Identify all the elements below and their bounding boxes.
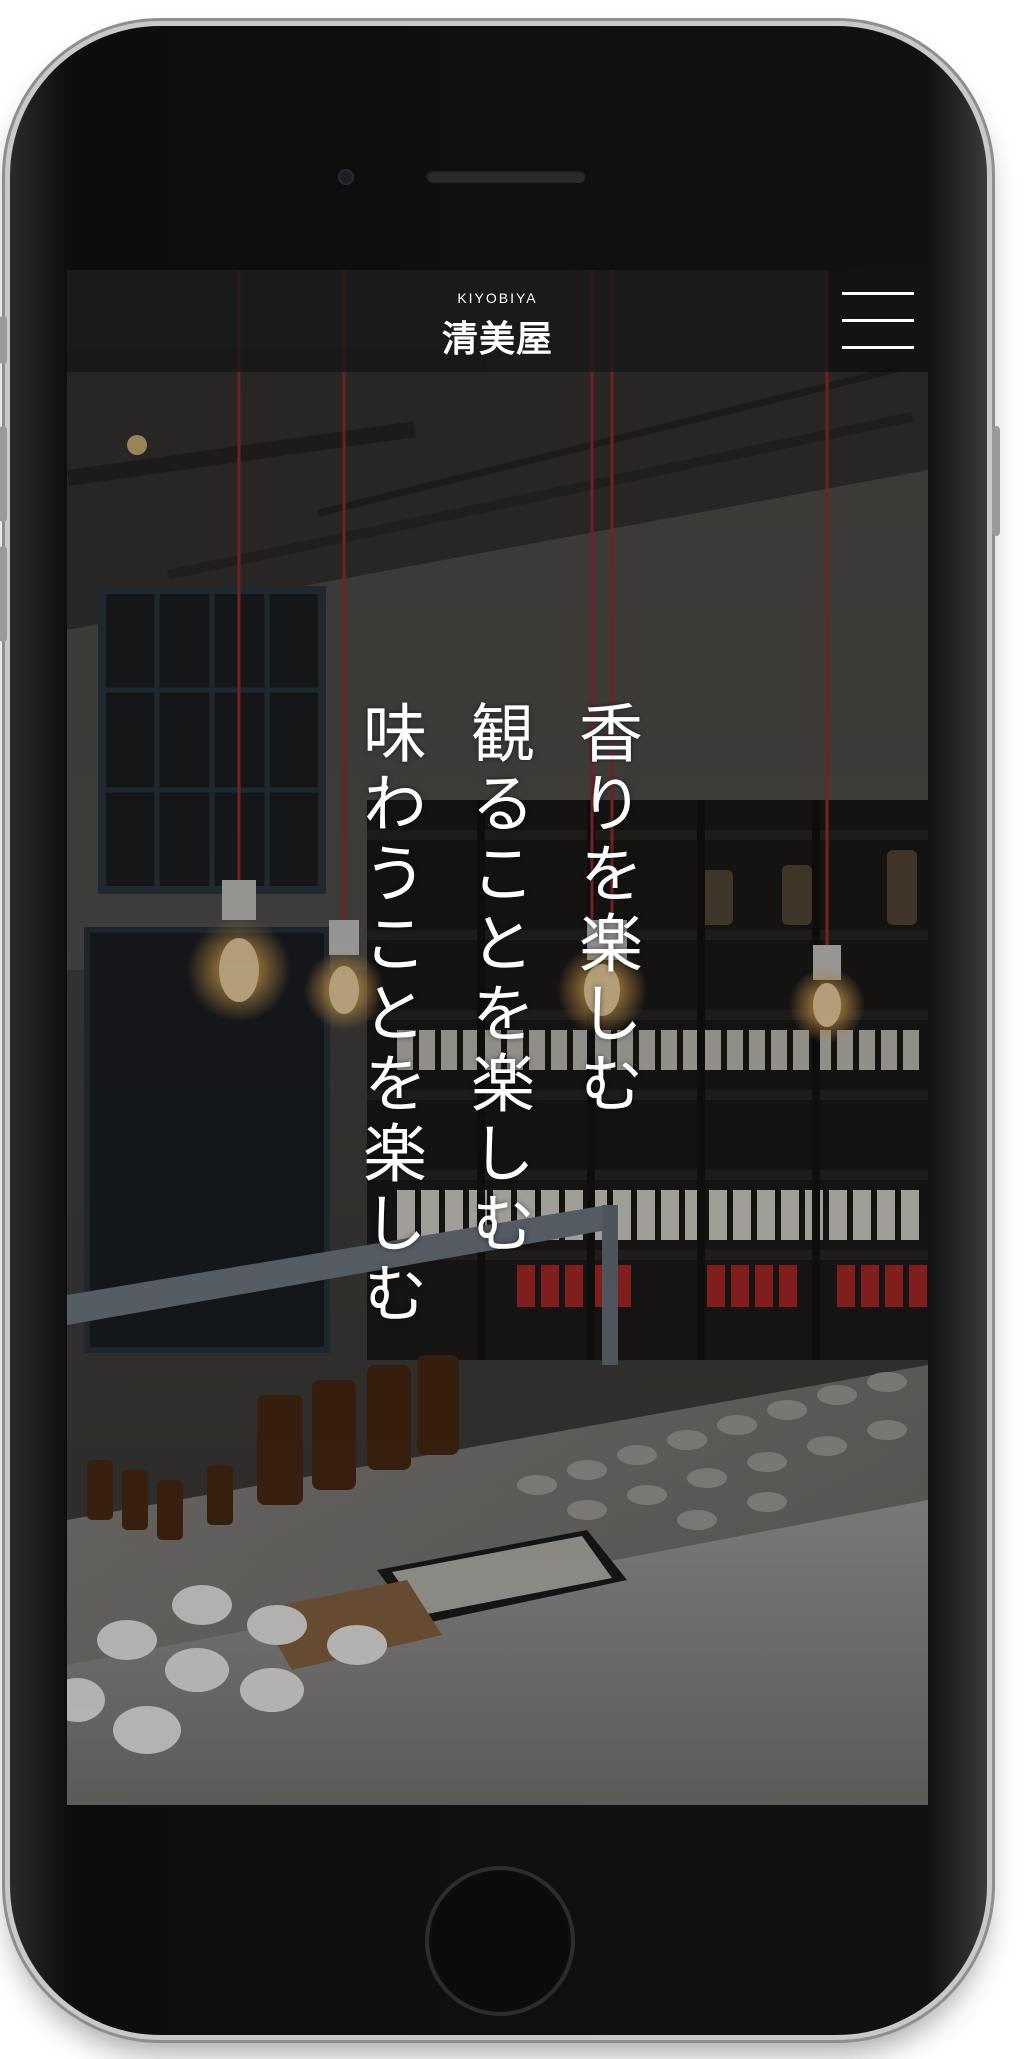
mute-switch: [0, 316, 7, 364]
front-camera: [338, 169, 354, 185]
hero-tagline: 香りを楽しむ 観ることを楽しむ 味わうことを楽しむ: [67, 270, 928, 1805]
tagline-line-1: 香りを楽しむ: [568, 700, 642, 1120]
power-button: [992, 426, 1000, 536]
volume-up-button: [0, 426, 7, 522]
tagline-line-3: 味わうことを楽しむ: [352, 700, 426, 1330]
earpiece-speaker: [426, 169, 586, 183]
home-button[interactable]: [425, 1866, 575, 2016]
volume-down-button: [0, 546, 7, 642]
phone-screen: KIYOBIYA 清美屋 香りを楽しむ 観ることを楽しむ 味わうことを楽しむ: [67, 270, 928, 1805]
tagline-line-2: 観ることを楽しむ: [460, 700, 534, 1260]
